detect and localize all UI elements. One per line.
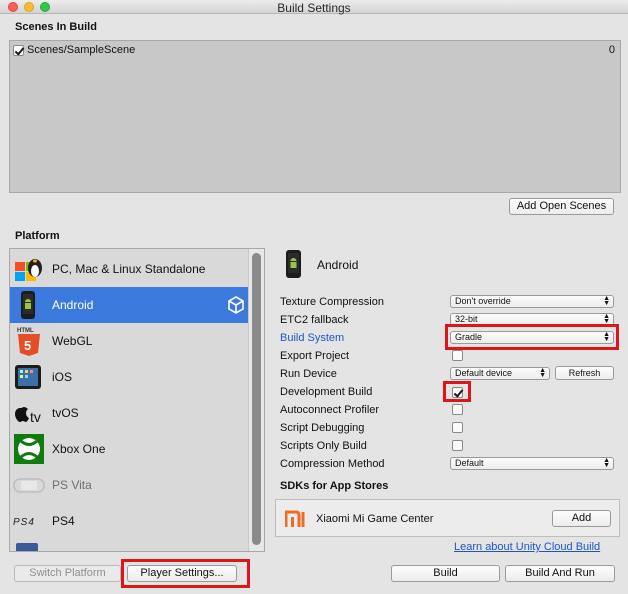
scenes-in-build-heading: Scenes In Build: [15, 21, 97, 33]
etc2-fallback-label: ETC2 fallback: [280, 314, 349, 326]
build-system-label: Build System: [280, 332, 345, 344]
dropdown-arrows-icon: ▲ ▼: [603, 295, 610, 307]
dropdown-arrows-icon: ▲ ▼: [603, 313, 610, 325]
platform-item-partial[interactable]: [10, 539, 249, 551]
platform-item-tvos[interactable]: tv tvOS: [10, 395, 249, 431]
xiaomi-mi-icon: [284, 510, 307, 528]
add-sdk-button[interactable]: Add: [552, 510, 611, 527]
platform-item-ios[interactable]: iOS: [10, 359, 249, 395]
scenes-list[interactable]: Scenes/SampleScene 0: [9, 40, 621, 193]
html5-icon: HTML 5: [13, 326, 45, 356]
sdks-heading: SDKs for App Stores: [280, 480, 389, 492]
compression-method-dropdown[interactable]: Default ▲ ▼: [450, 457, 614, 470]
svg-text:HTML: HTML: [17, 328, 34, 334]
platform-item-ps4[interactable]: PS4 PS4: [10, 503, 249, 539]
run-device-label: Run Device: [280, 368, 337, 380]
scene-row[interactable]: Scenes/SampleScene 0: [12, 43, 618, 59]
unity-current-platform-icon: [227, 296, 245, 314]
texture-compression-label: Texture Compression: [280, 296, 384, 308]
window-title: Build Settings: [277, 1, 351, 15]
development-build-label: Development Build: [280, 386, 373, 398]
autoconnect-profiler-checkbox[interactable]: [452, 404, 463, 415]
svg-text:PS4: PS4: [13, 517, 35, 528]
export-project-checkbox[interactable]: [452, 350, 463, 361]
sdk-name: Xiaomi Mi Game Center: [316, 513, 434, 525]
script-debugging-checkbox[interactable]: [452, 422, 463, 433]
platform-item-android[interactable]: Android: [10, 287, 249, 323]
run-device-dropdown[interactable]: Default device ▲ ▼: [450, 367, 550, 380]
export-project-label: Export Project: [280, 350, 350, 362]
switch-platform-button[interactable]: Switch Platform: [14, 565, 121, 582]
platform-item-ps-vita[interactable]: PS Vita: [10, 467, 249, 503]
build-system-highlight: [445, 324, 619, 350]
dropdown-value: 32-bit: [455, 314, 478, 324]
dropdown-value: Default device: [455, 368, 513, 378]
add-open-scenes-button[interactable]: Add Open Scenes: [509, 198, 614, 215]
ps-vita-icon: [13, 470, 45, 500]
title-bar: Build Settings: [0, 0, 628, 15]
cloud-build-link[interactable]: Learn about Unity Cloud Build: [454, 541, 600, 553]
facebook-icon: [16, 543, 38, 551]
svg-text:tv: tv: [30, 409, 41, 425]
platform-label: WebGL: [52, 334, 93, 348]
android-icon: [13, 290, 45, 320]
player-settings-highlight: [121, 559, 250, 588]
platform-label: tvOS: [52, 406, 79, 420]
script-debugging-label: Script Debugging: [280, 422, 365, 434]
refresh-devices-button[interactable]: Refresh: [555, 366, 614, 380]
platform-label: PC, Mac & Linux Standalone: [52, 262, 206, 276]
svg-text:5: 5: [24, 338, 31, 353]
selected-platform-title: Android: [317, 258, 359, 272]
platform-label: Android: [52, 298, 94, 312]
platform-list[interactable]: PC, Mac & Linux Standalone Android HTML …: [9, 248, 265, 552]
scene-index: 0: [608, 44, 615, 56]
dropdown-value: Default: [455, 458, 484, 468]
dropdown-value: Don't override: [455, 296, 511, 306]
scripts-only-build-checkbox[interactable]: [452, 440, 463, 451]
sdk-list: Xiaomi Mi Game Center Add: [275, 499, 620, 537]
scripts-only-build-label: Scripts Only Build: [280, 440, 367, 452]
autoconnect-profiler-label: Autoconnect Profiler: [280, 404, 380, 416]
texture-compression-dropdown[interactable]: Don't override ▲ ▼: [450, 295, 614, 308]
android-icon: [282, 250, 306, 278]
build-and-run-button[interactable]: Build And Run: [505, 565, 615, 582]
platform-heading: Platform: [15, 230, 60, 242]
pc-mac-linux-icon: [13, 254, 45, 284]
xbox-icon: [13, 434, 45, 464]
scrollbar-thumb[interactable]: [252, 253, 261, 545]
platform-label: iOS: [52, 370, 73, 384]
platform-label: PS4: [52, 514, 75, 528]
ps4-icon: PS4: [13, 506, 45, 536]
scene-include-checkbox[interactable]: [13, 45, 24, 56]
platform-item-webgl[interactable]: HTML 5 WebGL: [10, 323, 249, 359]
apple-tv-icon: tv: [13, 398, 45, 428]
platform-item-pc-mac-linux[interactable]: PC, Mac & Linux Standalone: [10, 251, 249, 287]
build-button[interactable]: Build: [391, 565, 500, 582]
scene-name: Scenes/SampleScene: [27, 44, 136, 56]
ios-device-icon: [13, 362, 45, 392]
dropdown-arrows-icon: ▲ ▼: [539, 367, 546, 379]
platform-list-scrollbar[interactable]: [248, 249, 264, 551]
platform-item-xbox-one[interactable]: Xbox One: [10, 431, 249, 467]
platform-label: Xbox One: [52, 442, 106, 456]
platform-label: PS Vita: [52, 478, 92, 492]
development-build-highlight: [443, 381, 471, 402]
compression-method-label: Compression Method: [280, 458, 385, 470]
dropdown-arrows-icon: ▲ ▼: [603, 457, 610, 469]
